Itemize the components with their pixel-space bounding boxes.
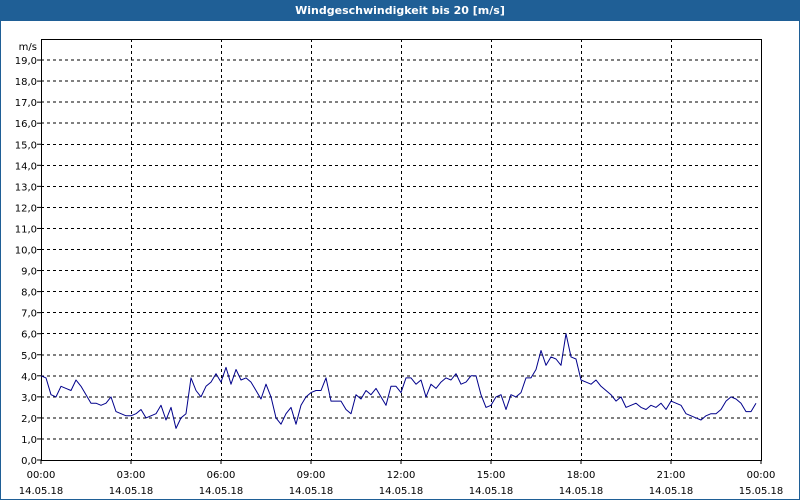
x-tick-time: 03:00 <box>117 470 146 481</box>
y-axis-unit: m/s <box>19 42 37 53</box>
x-tick-time: 09:00 <box>297 470 326 481</box>
y-tick-label: 17,0 <box>15 98 37 109</box>
x-tick-time: 21:00 <box>657 470 686 481</box>
x-tick-time: 06:00 <box>207 470 236 481</box>
x-tick-time: 15:00 <box>477 470 506 481</box>
y-tick-label: 2,0 <box>21 414 37 425</box>
x-tick-date: 14.05.18 <box>199 486 244 497</box>
y-tick-label: 9,0 <box>21 267 37 278</box>
y-tick-label: 13,0 <box>15 182 37 193</box>
x-tick-date: 14.05.18 <box>19 486 64 497</box>
y-tick-label: 3,0 <box>21 393 37 404</box>
y-tick-label: 1,0 <box>21 435 37 446</box>
x-tick-time: 00:00 <box>27 470 56 481</box>
y-tick-label: 19,0 <box>15 56 37 67</box>
x-tick-time: 00:00 <box>747 470 776 481</box>
y-tick-label: 5,0 <box>21 351 37 362</box>
y-tick-label: 14,0 <box>15 161 37 172</box>
y-tick-label: 12,0 <box>15 203 37 214</box>
chart-window: Windgeschwindigkeit bis 20 [m/s] 0,0 1,0 2… <box>0 0 800 500</box>
x-tick-time: 18:00 <box>567 470 596 481</box>
x-tick-date: 14.05.18 <box>289 486 334 497</box>
x-tick-date: 15.05.18 <box>739 486 784 497</box>
x-tick-date: 14.05.18 <box>379 486 424 497</box>
y-tick-label: 10,0 <box>15 246 37 257</box>
x-tick-date: 14.05.18 <box>559 486 604 497</box>
y-tick-label: 7,0 <box>21 309 37 320</box>
x-tick-time: 12:00 <box>387 470 416 481</box>
x-tick-date: 14.05.18 <box>469 486 514 497</box>
y-tick-label: 16,0 <box>15 119 37 130</box>
y-tick-label: 8,0 <box>21 288 37 299</box>
y-tick-label: 6,0 <box>21 330 37 341</box>
wind-speed-chart: 0,0 1,0 2,0 3,0 4,0 5,0 6,0 7,0 8,0 9,0 10,0 11,0 12… <box>15 39 784 497</box>
y-tick-label: 15,0 <box>15 140 37 151</box>
y-tick-label: 18,0 <box>15 77 37 88</box>
x-tick-date: 14.05.18 <box>649 486 694 497</box>
y-tick-label: 0,0 <box>21 456 37 467</box>
x-tick-date: 14.05.18 <box>109 486 154 497</box>
y-tick-label: 11,0 <box>15 224 37 235</box>
y-tick-label: 4,0 <box>21 372 37 383</box>
wind-speed-series-line <box>40 333 757 429</box>
